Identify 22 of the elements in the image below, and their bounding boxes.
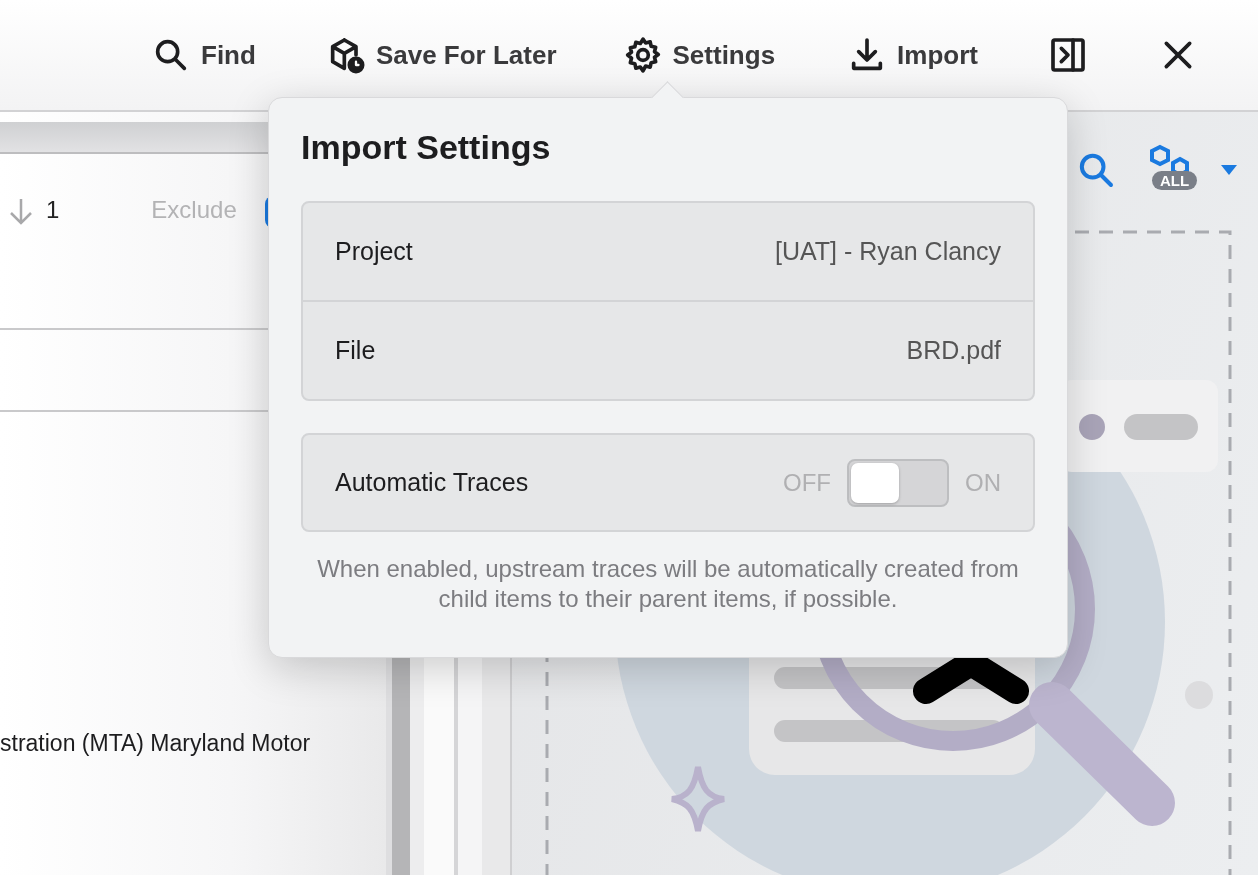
filter-button[interactable]: ALL (1146, 143, 1210, 196)
chevron-up-icon[interactable] (912, 655, 1030, 707)
detail-label: Project (335, 237, 413, 266)
sidebar-toggle-icon (1048, 35, 1088, 75)
toolbar-button[interactable]: Settings (622, 35, 776, 75)
toolbar-button[interactable]: Find (151, 35, 256, 75)
filter-badge: ALL (1152, 170, 1198, 190)
popover-title: Import Settings (301, 128, 552, 167)
toggle-switch[interactable] (847, 458, 949, 507)
detail-value: BRD.pdf (906, 336, 1001, 365)
setting-label: Automatic Traces (335, 468, 529, 497)
setting-note: When enabled, upstream traces will be automatically created from child items to their parent items, if possible. (316, 554, 1020, 614)
sort-count: 1 (46, 196, 60, 224)
detail-label: File (335, 336, 376, 365)
toolbar-button[interactable]: Import (847, 35, 978, 75)
caret-icon[interactable] (1220, 163, 1238, 176)
exclude-label: Exclude (151, 196, 237, 224)
arrow-down-icon[interactable] (8, 196, 34, 226)
row-text: stration (MTA) Maryland Motor (0, 730, 312, 757)
toolbar-icon-button[interactable] (1048, 35, 1088, 75)
toolbar-button[interactable]: Save For Later (325, 35, 557, 75)
detail-value: [UAT] - Ryan Clancy (775, 237, 1001, 266)
